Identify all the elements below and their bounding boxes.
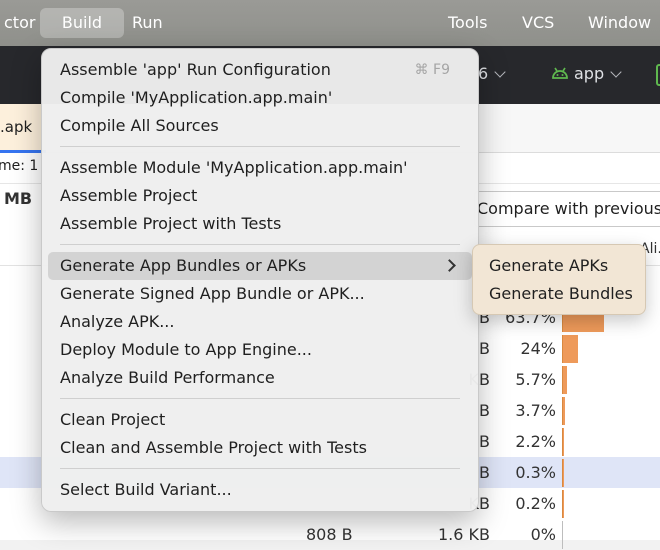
menu-item-label: Generate Signed App Bundle or APK...: [60, 284, 365, 303]
percent-cell: 24%: [520, 339, 556, 358]
android-icon: [550, 65, 570, 85]
menu-item-label: Analyze APK...: [60, 312, 175, 331]
chevron-right-icon: [443, 259, 456, 272]
download-size-cell: B: [479, 339, 490, 358]
menu-item-generate-app-bundles-or-apks[interactable]: Generate App Bundles or APKs: [48, 252, 472, 280]
menu-item-label: Compile 'MyApplication.app.main': [60, 88, 333, 107]
menu-item-analyze-apk[interactable]: Analyze APK...: [48, 308, 472, 336]
submenu-item-generate-apks[interactable]: Generate APKs: [489, 256, 608, 275]
menu-item-compile-myapplication-app-main[interactable]: Compile 'MyApplication.app.main': [48, 84, 472, 112]
chevron-down-icon: [494, 66, 506, 78]
menu-item-compile-all-sources[interactable]: Compile All Sources: [48, 112, 472, 140]
menu-item-assemble-project[interactable]: Assemble Project: [48, 182, 472, 210]
menu-item-clean-project[interactable]: Clean Project: [48, 406, 472, 434]
menu-item-assemble-app-run-configuration[interactable]: Assemble 'app' Run Configuration ⌘ F9: [48, 56, 472, 84]
size-bar: [562, 335, 578, 363]
size-bar: [562, 366, 567, 394]
menu-item-label: Assemble Module 'MyApplication.app.main': [60, 158, 408, 177]
raw-size-cell: 808 B: [306, 525, 353, 544]
percent-cell: 0%: [530, 525, 556, 544]
menu-item-select-build-variant[interactable]: Select Build Variant...: [48, 476, 472, 504]
menu-item-label: Select Build Variant...: [60, 480, 232, 499]
percent-cell: 3.7%: [515, 401, 556, 420]
device-selector[interactable]: 6: [478, 64, 506, 83]
menu-separator: [60, 244, 460, 245]
size-bar: [562, 428, 564, 456]
menu-separator: [60, 468, 460, 469]
menu-item-label: Analyze Build Performance: [60, 368, 275, 387]
menu-item-clean-and-assemble-project-with-tests[interactable]: Clean and Assemble Project with Tests: [48, 434, 472, 462]
menubar-item-selector[interactable]: ctor: [0, 8, 43, 38]
menubar-item-window[interactable]: Window: [580, 8, 659, 38]
menu-item-label: Assemble Project: [60, 186, 198, 205]
download-size-cell: 1.6 KB: [438, 525, 490, 544]
menu-item-analyze-build-performance[interactable]: Analyze Build Performance: [48, 364, 472, 392]
menubar-item-run[interactable]: Run: [124, 8, 171, 38]
percent-cell: 0.3%: [515, 463, 556, 482]
compare-with-previous-button[interactable]: Compare with previous A: [474, 191, 660, 227]
download-size-cell: B: [479, 432, 490, 451]
menu-item-label: Generate App Bundles or APKs: [60, 256, 307, 275]
menu-item-deploy-module-to-app-engine[interactable]: Deploy Module to App Engine...: [48, 336, 472, 364]
size-bar: [562, 459, 564, 487]
chevron-down-icon: [610, 66, 622, 78]
run-button[interactable]: [656, 64, 660, 86]
tab-apk[interactable]: .apk: [0, 104, 46, 153]
menubar-item-vcs[interactable]: VCS: [514, 8, 562, 38]
menu-separator: [60, 146, 460, 147]
menu-item-label: Clean Project: [60, 410, 166, 429]
menu-item-label: Assemble Project with Tests: [60, 214, 282, 233]
keyboard-shortcut: ⌘ F9: [414, 62, 450, 78]
menu-item-label: Assemble 'app' Run Configuration: [60, 60, 331, 79]
generate-submenu: Generate APKs Generate Bundles: [472, 244, 646, 315]
menu-item-assemble-project-with-tests[interactable]: Assemble Project with Tests: [48, 210, 472, 238]
run-config-label: app: [574, 64, 605, 83]
percent-cell: 0.2%: [515, 494, 556, 513]
run-config-selector[interactable]: app: [550, 64, 622, 85]
table-row[interactable]: 808 B 1.6 KB 0%: [0, 519, 660, 550]
menu-item-assemble-module-myapplication-app-main[interactable]: Assemble Module 'MyApplication.app.main': [48, 154, 472, 182]
download-size-cell: B: [479, 401, 490, 420]
menu-item-label: Clean and Assemble Project with Tests: [60, 438, 367, 457]
apk-size-label: MB: [4, 189, 33, 208]
size-bar: [562, 397, 565, 425]
menu-bar: ctor Build Run Tools VCS Window: [0, 0, 660, 46]
size-bar: [562, 490, 564, 518]
menubar-item-build[interactable]: Build: [40, 8, 124, 38]
submenu-item-generate-bundles[interactable]: Generate Bundles: [489, 284, 633, 303]
apk-name-label: me: 1: [0, 158, 39, 174]
percent-cell: 5.7%: [515, 370, 556, 389]
device-selector-label: 6: [478, 64, 489, 83]
percent-cell: 2.2%: [515, 432, 556, 451]
menu-item-label: Deploy Module to App Engine...: [60, 340, 312, 359]
menubar-item-tools[interactable]: Tools: [440, 8, 495, 38]
menu-item-generate-signed-app-bundle-or-apk[interactable]: Generate Signed App Bundle or APK...: [48, 280, 472, 308]
build-menu: Assemble 'app' Run Configuration ⌘ F9 Comp…: [41, 48, 479, 512]
menu-item-label: Compile All Sources: [60, 116, 219, 135]
size-bar-axis: [562, 521, 563, 549]
menu-separator: [60, 398, 460, 399]
download-size-cell: B: [479, 463, 490, 482]
